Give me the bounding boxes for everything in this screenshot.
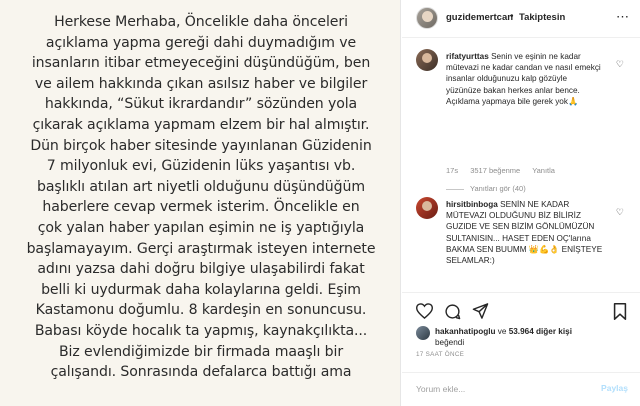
- heart-icon[interactable]: [414, 301, 434, 321]
- commenter-username[interactable]: rifatyurttas: [446, 52, 489, 61]
- statement-text: Herkese Merhaba, Öncelikle daha önceleri…: [8, 12, 394, 383]
- statement-line: haberlere cevap vermek isterim. Öncelikl…: [42, 199, 360, 216]
- header-separator: •: [510, 11, 514, 22]
- statement-line: Kastamonu doğumlu. 8 kardeşin en sonuncu…: [35, 302, 367, 319]
- add-comment-bar: Paylaş: [402, 372, 640, 406]
- commenter-avatar[interactable]: [416, 49, 438, 71]
- comment-text: hirsitbinboga SENİN NE KADAR MÜTEVAZI OL…: [446, 199, 604, 266]
- comment-heart-icon[interactable]: ♡: [616, 59, 624, 70]
- statement-line: çıkarak açıklama yapmam elzem bir hal al…: [32, 116, 370, 133]
- statement-line: başlıklı atılan art niyetli olduğunu düş…: [37, 178, 365, 195]
- comment-input[interactable]: [416, 381, 586, 397]
- statement-line: Babası köyde hocalık ta yapmış, kaynakçı…: [34, 322, 368, 339]
- likes-text: hakanhatipoglu ve 53.964 diğer kişi beğe…: [435, 326, 635, 348]
- comment-text: rifatyurttas Senin ve eşinin ne kadar mü…: [446, 51, 604, 107]
- statement-line: adını yazsa dahi doğru bilgiye ulaşabili…: [37, 261, 365, 278]
- statement-line: açıklama yapma gereği dahi duymadığım ve: [45, 34, 357, 51]
- comment-meta: 17s 3517 beğenme Yanıtla: [446, 166, 565, 175]
- statement-line: ve ailem hakkında çıkan asılsız haber ve…: [34, 75, 368, 92]
- likes-count[interactable]: 53.964 diğer kişi: [509, 327, 572, 336]
- statement-line: 7 milyonluk evi, Güzidenin lüks yaşantıs…: [46, 158, 356, 175]
- post-actions-bar: [402, 292, 640, 326]
- post-comment-button[interactable]: Paylaş: [601, 383, 628, 393]
- comment-icon[interactable]: [442, 301, 462, 321]
- post-header: guzidemertcan • Takiptesin ⋯: [402, 0, 640, 38]
- reply-button[interactable]: Yanıtla: [532, 166, 555, 175]
- post-timestamp[interactable]: 17 SAAT ÖNCE: [416, 351, 464, 358]
- statement-line: Dün birçok haber sitesinde yayınlanan Gü…: [30, 137, 372, 154]
- bookmark-icon[interactable]: [610, 301, 630, 321]
- comment-heart-icon[interactable]: ♡: [616, 207, 624, 218]
- liker-avatar[interactable]: [416, 326, 430, 340]
- liker-username[interactable]: hakanhatipoglu: [435, 327, 496, 336]
- statement-line: başlamayayım. Gerçi araştırmak isteyen i…: [26, 240, 376, 257]
- commenter-username[interactable]: hirsitbinboga: [446, 200, 498, 209]
- commenter-avatar[interactable]: [416, 197, 438, 219]
- statement-line: hakkında, “Sükut ikrardandır” sözünden y…: [44, 96, 358, 113]
- statement-line: belli ki uydurmak daha kolaylarına geldi…: [41, 281, 361, 298]
- post-side-panel: guzidemertcan • Takiptesin ⋯ rifatyurtta…: [402, 0, 640, 406]
- statement-line: Herkese Merhaba, Öncelikle daha önceleri: [54, 14, 348, 30]
- view-replies-button[interactable]: Yanıtları gör (40): [446, 184, 526, 193]
- more-icon[interactable]: ⋯: [616, 9, 630, 25]
- likes-suffix: beğendi: [435, 338, 465, 347]
- statement-line: çalışandı. Sonrasında defalarca battığı …: [50, 364, 352, 381]
- statement-line: çok yalan haber yapılan eşimin ne iş yap…: [37, 219, 365, 236]
- post-image: Herkese Merhaba, Öncelikle daha önceleri…: [0, 0, 401, 406]
- following-button[interactable]: Takiptesin: [519, 12, 565, 23]
- statement-line: Biz evlendiğimizde bir firmada maaşlı bi…: [58, 343, 344, 360]
- comment-time: 17s: [446, 166, 459, 175]
- owner-username[interactable]: guzidemertcan: [446, 12, 513, 23]
- owner-avatar[interactable]: [416, 7, 438, 29]
- statement-line: insanların itibar etmeyeceğini düşündüğü…: [31, 55, 371, 72]
- comment-likes[interactable]: 3517 beğenme: [470, 166, 520, 175]
- likes-summary: hakanhatipoglu ve 53.964 diğer kişi beğe…: [402, 322, 640, 352]
- comment-body: SENİN NE KADAR MÜTEVAZI OLDUĞUNU BİZ BİL…: [446, 200, 603, 266]
- likes-connector: ve: [495, 327, 509, 336]
- share-icon[interactable]: [470, 301, 490, 321]
- comments-list[interactable]: rifatyurttas Senin ve eşinin ne kadar mü…: [402, 39, 640, 291]
